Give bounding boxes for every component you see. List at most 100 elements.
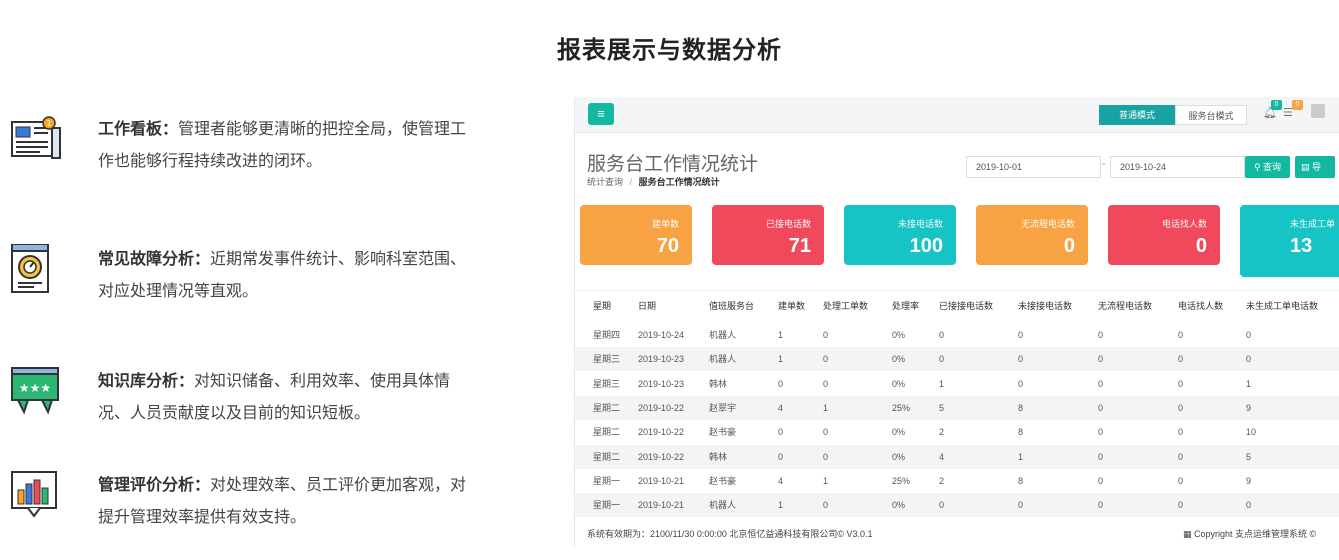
stat-card-label: 未接电话数 xyxy=(897,219,943,229)
table-cell: 9 xyxy=(1246,475,1252,486)
table-cell: 0 xyxy=(823,500,829,511)
table-cell: 0 xyxy=(1178,330,1184,340)
table-cell: 0 xyxy=(1098,378,1104,389)
search-icon: ⚲ xyxy=(1253,162,1261,172)
stat-card-value: 100 xyxy=(909,235,943,257)
table-cell: 星期一 xyxy=(593,475,621,486)
table-cell: 星期二 xyxy=(593,402,621,413)
table-cell: 2019-10-22 xyxy=(638,427,685,438)
table-row: 星期二 2019-10-22 赵翠宇 4 1 25% 5 8 0 0 9 xyxy=(575,395,1339,420)
table-cell: 星期二 xyxy=(593,451,621,462)
service-mode-button[interactable]: 服务台模式 xyxy=(1175,105,1247,125)
table-row: 星期一 2019-10-21 机器人 1 0 0% 0 0 0 0 0 xyxy=(575,493,1339,518)
table-cell: 0 xyxy=(778,378,784,389)
export-button[interactable]: ▤ 导 xyxy=(1295,156,1335,178)
breadcrumb: 统计查询 / 服务台工作情况统计 xyxy=(587,175,720,188)
table-cell: 0 xyxy=(1178,378,1184,389)
table-cell: 0 xyxy=(1098,427,1104,438)
qr-code-icon: ▦ xyxy=(1183,529,1192,539)
table-header-cell: 值班服务台 xyxy=(709,301,755,311)
footer-validity: 系统有效期为：2100/11/30 0:00:00 北京恒亿益通科技有限公司© … xyxy=(587,529,873,539)
table-cell: 2019-10-23 xyxy=(638,354,685,365)
feature-text: 近期常发事件统计、影响科室范围、 xyxy=(210,251,467,268)
table-row: 星期四 2019-10-24 机器人 1 0 0% 0 0 0 0 0 xyxy=(575,323,1339,347)
table-cell: 0% xyxy=(892,354,906,365)
avatar[interactable] xyxy=(1311,104,1325,118)
feature-title: 工作看板： xyxy=(98,121,179,138)
table-cell: 9 xyxy=(1246,402,1252,413)
table-cell: 0 xyxy=(823,330,829,340)
table-cell: 8 xyxy=(1018,475,1024,486)
table-cell: 星期二 xyxy=(593,427,621,438)
table-cell: 2 xyxy=(939,427,945,438)
table-cell: 1 xyxy=(1018,451,1024,462)
table-cell: 0 xyxy=(1018,378,1024,389)
table-cell: 4 xyxy=(778,402,784,413)
footer-copyright: ▦ Copyright 支点运维管理系统 © xyxy=(1183,527,1316,540)
table-cell: 0 xyxy=(823,427,829,438)
menu-icon[interactable]: ≡ xyxy=(588,103,614,125)
bar-chart-icon xyxy=(10,470,62,522)
table-cell: 0 xyxy=(823,451,829,462)
table-cell: 韩林 xyxy=(709,378,728,389)
table-cell: 星期四 xyxy=(593,330,621,340)
feature-description: 常见故障分析：近期常发事件统计、影响科室范围、 对应处理情况等直观。 xyxy=(98,244,508,308)
table-header-cell: 电话找人数 xyxy=(1178,301,1224,311)
table-cell: 0 xyxy=(1018,500,1024,511)
table-cell: 1 xyxy=(778,500,784,511)
breadcrumb-parent[interactable]: 统计查询 xyxy=(587,177,623,187)
table-cell: 0 xyxy=(1246,500,1252,511)
normal-mode-button[interactable]: 普通模式 xyxy=(1099,105,1175,125)
feature-text: 管理者能够更清晰的把控全局，使管理工 xyxy=(178,121,467,138)
table-cell: 4 xyxy=(778,475,784,486)
table-cell: 0 xyxy=(1246,330,1252,340)
table-cell: 0 xyxy=(939,500,945,511)
table-cell: 星期一 xyxy=(593,500,621,511)
table-cell: 0 xyxy=(1098,402,1104,413)
stat-card-value: 13 xyxy=(1290,235,1313,257)
stat-card-label: 电话找人数 xyxy=(1161,219,1207,229)
table-cell: 4 xyxy=(939,451,945,462)
stat-card-value: 71 xyxy=(788,235,811,257)
date-to-input[interactable]: 2019-10-24 xyxy=(1110,156,1245,178)
table-cell: 0 xyxy=(1098,475,1104,486)
feature-description: 工作看板：管理者能够更清晰的把控全局，使管理工 作也能够行程持续改进的闭环。 xyxy=(98,114,508,178)
table-header-cell: 星期 xyxy=(593,301,612,311)
date-from-input[interactable]: 2019-10-01 xyxy=(966,156,1101,178)
stat-card-label: 已接电话数 xyxy=(765,219,811,229)
table-cell: 2019-10-23 xyxy=(638,378,685,389)
table-header-cell: 未生成工单电话数 xyxy=(1246,301,1319,311)
table-row: 星期一 2019-10-21 赵书豪 4 1 25% 2 8 0 0 9 xyxy=(575,469,1339,493)
table-cell: 机器人 xyxy=(709,500,737,511)
table-cell: 0 xyxy=(778,451,784,462)
table-header-cell: 处理工单数 xyxy=(823,301,869,311)
table-cell: 机器人 xyxy=(709,330,737,340)
stat-card-value: 70 xyxy=(656,235,679,257)
stat-card-no-process-calls: 无流程电话数 0 xyxy=(976,205,1088,265)
star-rating-icon: ★★★ xyxy=(10,366,62,418)
table-cell: 8 xyxy=(1018,427,1024,438)
top-bar: ≡ 普通模式 服务台模式 🔔︎ 0 ☰ 0 xyxy=(575,97,1339,133)
table-cell: 0 xyxy=(1098,330,1104,340)
query-button[interactable]: ⚲ 查询 xyxy=(1245,156,1290,178)
table-cell: 0 xyxy=(1178,354,1184,365)
table-cell: 0 xyxy=(939,330,945,340)
table-header-cell: 未接接电话数 xyxy=(1018,301,1073,311)
stat-card-value: 0 xyxy=(1195,235,1207,257)
table-cell: 5 xyxy=(1246,451,1252,462)
page-title: 报表展示与数据分析 xyxy=(557,37,782,64)
stat-card-label: 建单数 xyxy=(651,219,679,229)
breadcrumb-separator: / xyxy=(629,177,633,187)
breadcrumb-current: 服务台工作情况统计 xyxy=(638,177,720,187)
table-cell: 0 xyxy=(1098,354,1104,365)
table-cell: 0% xyxy=(892,500,906,511)
table-cell: 1 xyxy=(778,330,784,340)
feature-text: 提升管理效率提供有效支持。 xyxy=(98,509,307,526)
list-badge: 0 xyxy=(1292,100,1303,110)
table-cell: 0% xyxy=(892,451,906,462)
table-cell: 0% xyxy=(892,378,906,389)
table-cell: 0 xyxy=(823,354,829,365)
table-header-cell: 处理率 xyxy=(892,301,920,311)
stat-card-value: 0 xyxy=(1063,235,1075,257)
document-icon: ▤ xyxy=(1301,162,1310,172)
